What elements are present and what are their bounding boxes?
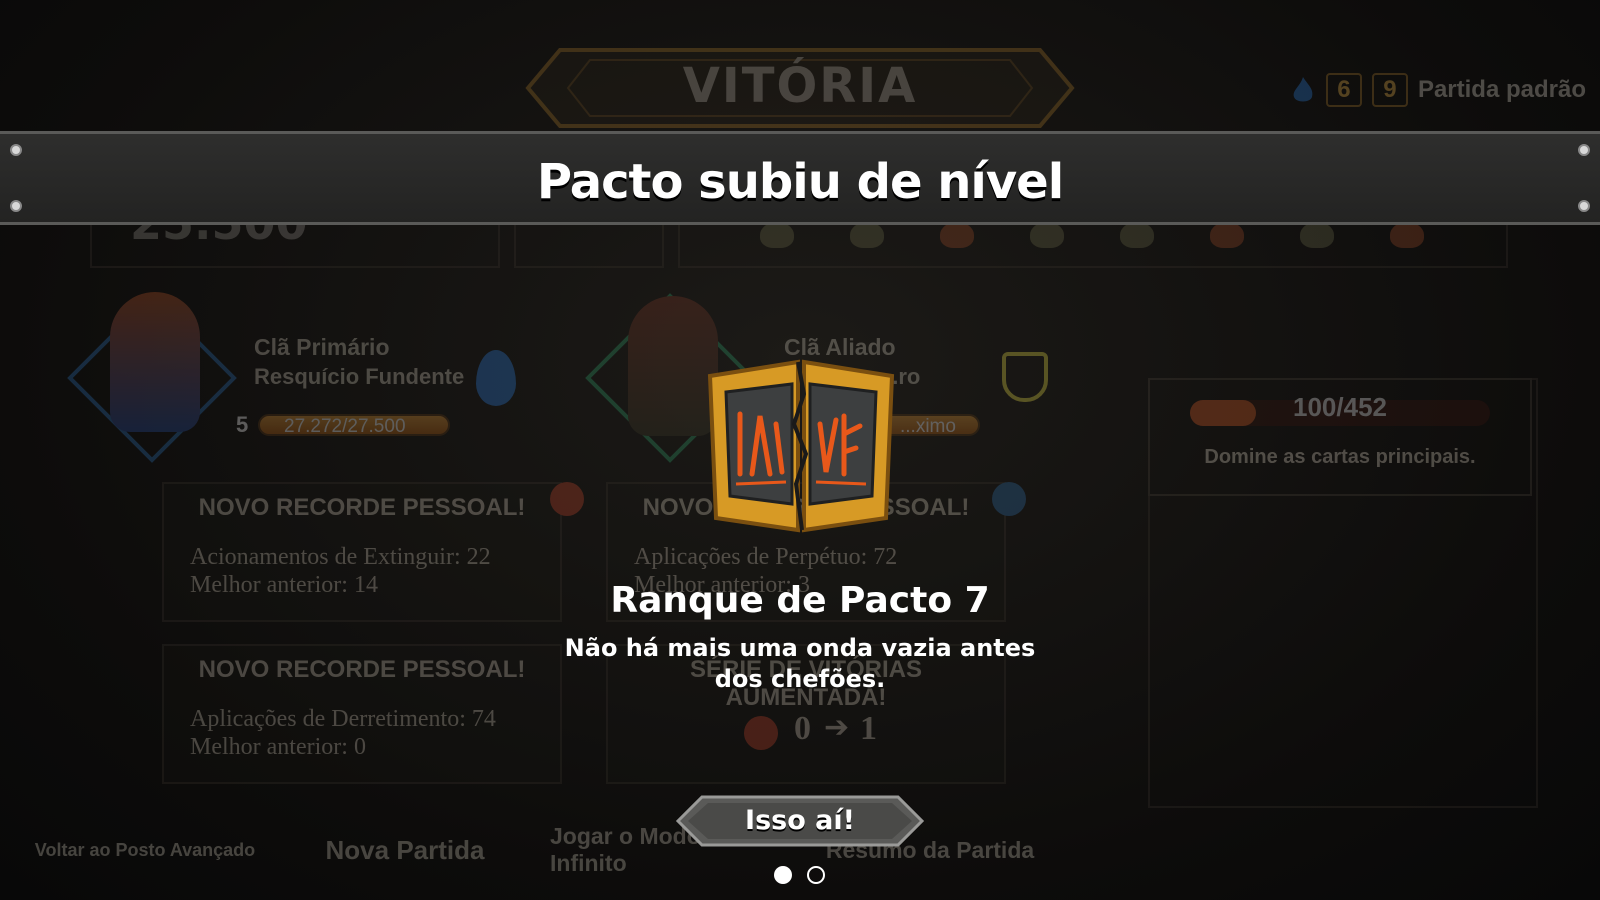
level-up-title: Pacto subiu de nível xyxy=(536,154,1064,210)
allied-clan-status: ...ximo xyxy=(900,416,956,437)
record-previous: Melhor anterior: 0 xyxy=(190,734,366,760)
record-heading: NOVO RECORDE PESSOAL! xyxy=(198,494,526,521)
challenge-count: 100/452 xyxy=(1293,392,1387,422)
level-up-banner: Pacto subiu de nível xyxy=(0,131,1600,225)
boss-skull-icon xyxy=(1390,222,1424,248)
totem-icon xyxy=(992,482,1026,516)
primary-clan-portrait xyxy=(110,292,200,432)
record-value: Acionamentos de Extinguir: 22 xyxy=(190,544,491,570)
enemy-skull-icon xyxy=(1120,222,1154,248)
score-box xyxy=(90,218,500,268)
flame-icon xyxy=(1293,77,1313,102)
streak-from: 0 xyxy=(794,710,811,747)
reward-title: Ranque de Pacto 7 xyxy=(610,580,990,621)
primary-clan-name: Resquício Fundente xyxy=(254,364,465,389)
challenge-panel: 100/452 Domine as cartas principais. xyxy=(1148,378,1532,496)
arrow-right-icon: ➔ xyxy=(824,711,850,744)
victory-title: VITÓRIA xyxy=(682,58,918,114)
defeated-enemies-box xyxy=(678,218,1508,268)
enemy-skull-icon xyxy=(1030,222,1064,248)
record-value: Aplicações de Perpétuo: 72 xyxy=(634,544,898,570)
pact-book-icon xyxy=(696,354,906,540)
streak-to: 1 xyxy=(860,710,877,747)
page-dot-1[interactable] xyxy=(774,866,792,884)
primary-clan-level: 5 xyxy=(236,412,249,437)
confirm-button[interactable]: Isso aí! xyxy=(676,795,924,847)
page-dot-2[interactable] xyxy=(807,866,825,884)
record-heading: NOVO RECORDE PESSOAL! xyxy=(198,656,526,683)
enemy-skull-icon xyxy=(760,222,794,248)
reward-description: Não há mais uma onda vazia antes dos che… xyxy=(564,634,1036,693)
record-value: Aplicações de Derretimento: 74 xyxy=(190,706,496,732)
flame-icon xyxy=(476,350,516,406)
pact-count-badge: 6 xyxy=(1325,73,1362,107)
stat-box xyxy=(514,218,664,268)
flask-icon xyxy=(1002,352,1048,402)
new-match-button[interactable]: Nova Partida xyxy=(290,826,520,874)
primary-clan-xp: 27.272/27.500 xyxy=(284,416,406,437)
covenant-count-badge: 9 xyxy=(1371,73,1408,107)
challenge-description: Domine as cartas principais. xyxy=(1204,446,1476,468)
back-to-outpost-button[interactable]: Voltar ao Posto Avançado xyxy=(30,826,260,874)
boss-skull-icon xyxy=(1210,222,1244,248)
streak-icon xyxy=(744,716,778,750)
record-card: NOVO RECORDE PESSOAL! Aplicações de Derr… xyxy=(162,644,562,784)
match-mode: Partida padrão xyxy=(1417,76,1586,103)
match-info: 6 9 Partida padrão xyxy=(1290,66,1586,114)
enemy-skull-icon xyxy=(1300,222,1334,248)
victory-title-plate: VITÓRIA xyxy=(520,40,1080,132)
primary-clan-label: Clã Primário xyxy=(254,334,390,360)
mushroom-icon xyxy=(550,482,584,516)
enemy-skull-icon xyxy=(850,222,884,248)
boss-skull-icon xyxy=(940,222,974,248)
confirm-button-label: Isso aí! xyxy=(745,805,855,836)
